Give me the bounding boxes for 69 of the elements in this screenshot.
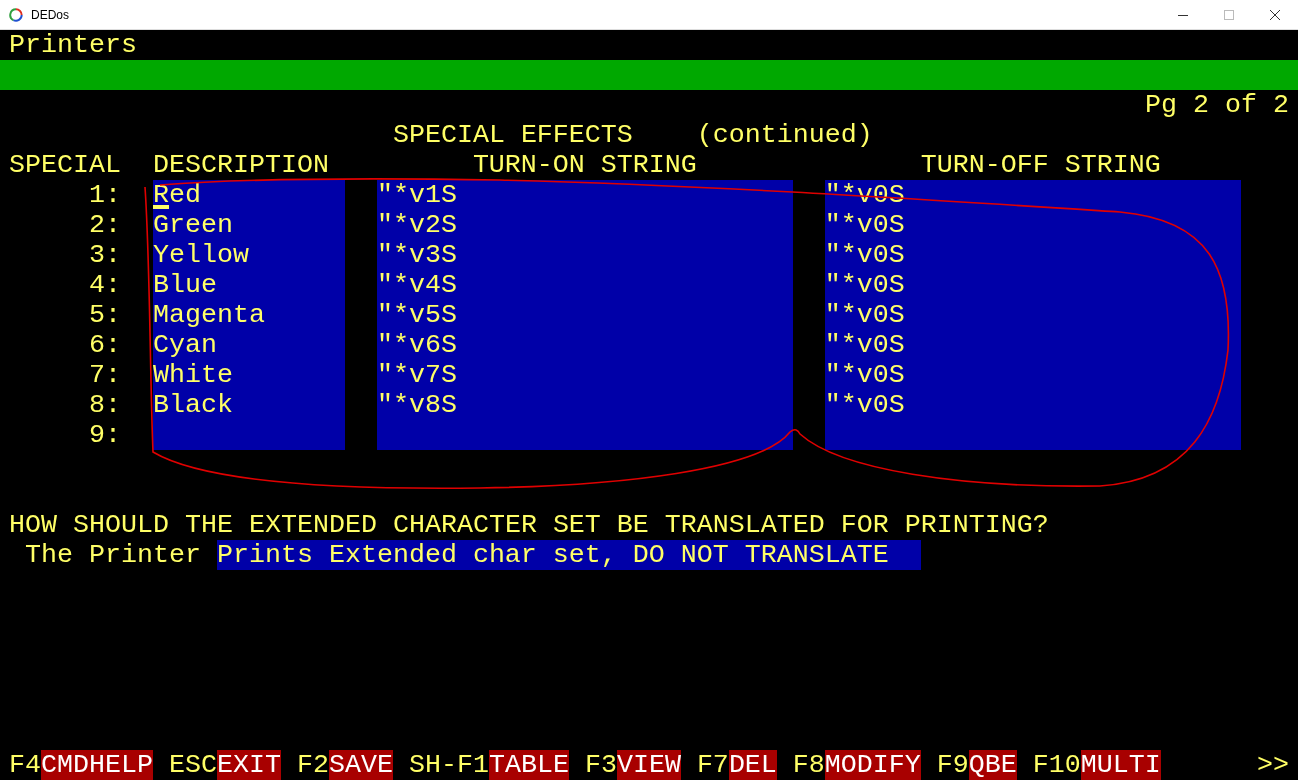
column-header: TURN-ON STRING [472,150,697,180]
answer-field[interactable]: Prints Extended char set, DO NOT TRANSLATE [216,540,921,570]
row-number: 2: [88,210,121,240]
close-icon [1270,9,1280,20]
turn-on-field[interactable]: "*v2S [376,210,793,240]
row-number: 7: [88,360,121,390]
turn-on-field[interactable]: "*v8S [376,390,793,420]
function-key-label[interactable]: EXIT [216,750,281,780]
function-key: F8 [792,750,825,780]
row-number: 4: [88,270,121,300]
section-note: (continued) [696,120,873,150]
function-key-label[interactable]: CMDHELP [41,750,153,780]
window-title: DEDos [31,6,69,24]
turn-on-field[interactable] [376,420,793,450]
turn-off-field[interactable]: "*v0S [824,210,1241,240]
section-title: SPECIAL EFFECTS [392,120,633,150]
turn-off-field[interactable] [824,420,1241,450]
function-key-label[interactable]: MODIFY [824,750,921,780]
answer-label: The Printer [25,540,202,570]
row-number: 3: [88,240,121,270]
turn-off-field[interactable]: "*v0S [824,330,1241,360]
description-field[interactable]: Black [152,390,345,420]
function-key: F7 [696,750,729,780]
turn-on-field[interactable]: "*v7S [376,360,793,390]
function-key: F4 [9,750,41,780]
function-key-label[interactable]: TABLE [488,750,569,780]
function-key-label[interactable]: VIEW [616,750,681,780]
question-text: HOW SHOULD THE EXTENDED CHARACTER SET BE TRANSLATED FOR PRINTING? [9,510,1049,540]
column-header: SPECIAL [9,150,121,180]
turn-off-field[interactable]: "*v0S [824,240,1241,270]
function-key: F3 [584,750,617,780]
description-field[interactable]: Cyan [152,330,345,360]
function-key-label[interactable]: MULTI [1080,750,1161,780]
function-key: F2 [296,750,329,780]
description-field[interactable]: White [152,360,345,390]
function-key-label[interactable]: SAVE [328,750,393,780]
turn-on-field[interactable]: "*v3S [376,240,793,270]
description-field[interactable]: Yellow [152,240,345,270]
turn-on-field[interactable]: "*v5S [376,300,793,330]
function-key-label[interactable]: QBE [968,750,1017,780]
row-number: 8: [88,390,121,420]
turn-on-field[interactable]: "*v4S [376,270,793,300]
turn-off-field[interactable]: "*v0S [824,300,1241,330]
description-field[interactable]: Magenta [152,300,345,330]
function-key: F9 [936,750,969,780]
column-header: TURN-OFF STRING [920,150,1161,180]
turn-off-field[interactable]: "*v0S [824,270,1241,300]
row-number: 6: [88,330,121,360]
description-field[interactable]: Blue [152,270,345,300]
description-field[interactable]: Green [152,210,345,240]
more-indicator[interactable]: >> [1257,750,1289,780]
turn-off-field[interactable]: "*v0S [824,360,1241,390]
row-number: 9: [88,420,121,450]
page-indicator: Pg 2 of 2 [1145,90,1289,120]
turn-on-field[interactable]: "*v1S [376,180,793,210]
function-key: SH-F1 [408,750,489,780]
row-number: 5: [88,300,121,330]
description-field[interactable] [152,420,345,450]
turn-off-field[interactable]: "*v0S [824,390,1241,420]
function-key: F10 [1032,750,1081,780]
column-header: DESCRIPTION [152,150,329,180]
turn-on-field[interactable]: "*v6S [376,330,793,360]
app-logo-icon [9,7,23,22]
row-number: 1: [88,180,121,210]
screen-title: Printers [9,30,137,60]
maximize-icon [1224,9,1234,20]
description-field[interactable]: Red [152,180,345,210]
function-key: ESC [168,750,217,780]
function-key-label[interactable]: DEL [728,750,777,780]
